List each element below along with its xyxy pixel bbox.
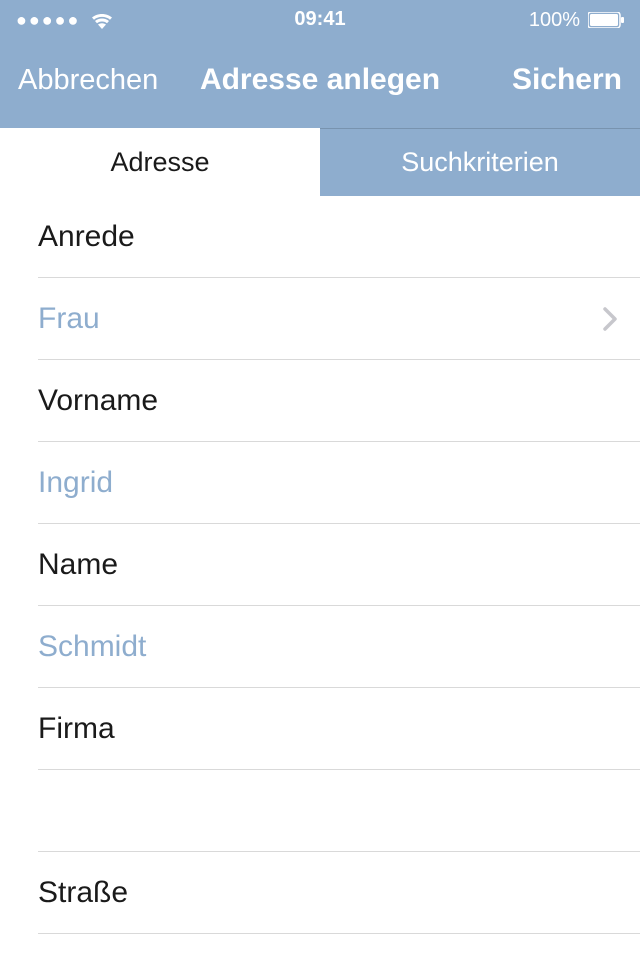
firstname-label-row: Vorname — [38, 360, 640, 442]
firstname-input[interactable] — [38, 466, 618, 500]
tab-address[interactable]: Adresse — [0, 128, 320, 196]
page-title: Adresse anlegen — [200, 63, 440, 97]
street-label-row: Straße — [38, 852, 640, 934]
salutation-label-row: Anrede — [38, 196, 640, 278]
company-label-row: Firma — [38, 688, 640, 770]
battery-icon — [588, 12, 624, 28]
company-value-row[interactable] — [38, 770, 640, 852]
nav-bar: Abbrechen Adresse anlegen Sichern — [0, 40, 640, 128]
wifi-icon — [90, 11, 114, 29]
signal-dots-icon: ●●●●● — [16, 10, 80, 31]
lastname-value-row[interactable] — [38, 606, 640, 688]
lastname-label-row: Name — [38, 524, 640, 606]
tab-criteria[interactable]: Suchkriterien — [320, 128, 640, 196]
header: ●●●●● 09:41 100% Abbrechen Adre — [0, 0, 640, 128]
tabs: Adresse Suchkriterien — [0, 128, 640, 196]
salutation-value: Frau — [38, 302, 100, 336]
form: Anrede Frau Vorname Name Firma Straße — [0, 196, 640, 934]
lastname-input[interactable] — [38, 630, 618, 664]
cancel-button[interactable]: Abbrechen — [18, 64, 158, 97]
status-time: 09:41 — [294, 8, 345, 31]
status-bar: ●●●●● 09:41 100% — [0, 0, 640, 40]
salutation-value-row[interactable]: Frau — [38, 278, 640, 360]
company-input[interactable] — [38, 794, 618, 828]
battery-percent: 100% — [529, 9, 580, 32]
chevron-right-icon — [602, 306, 618, 332]
status-right: 100% — [529, 9, 624, 32]
firstname-label: Vorname — [38, 384, 158, 418]
company-label: Firma — [38, 712, 115, 746]
save-button[interactable]: Sichern — [512, 63, 622, 97]
lastname-label: Name — [38, 548, 118, 582]
status-left: ●●●●● — [16, 10, 114, 31]
firstname-value-row[interactable] — [38, 442, 640, 524]
street-label: Straße — [38, 876, 128, 910]
salutation-label: Anrede — [38, 220, 135, 254]
